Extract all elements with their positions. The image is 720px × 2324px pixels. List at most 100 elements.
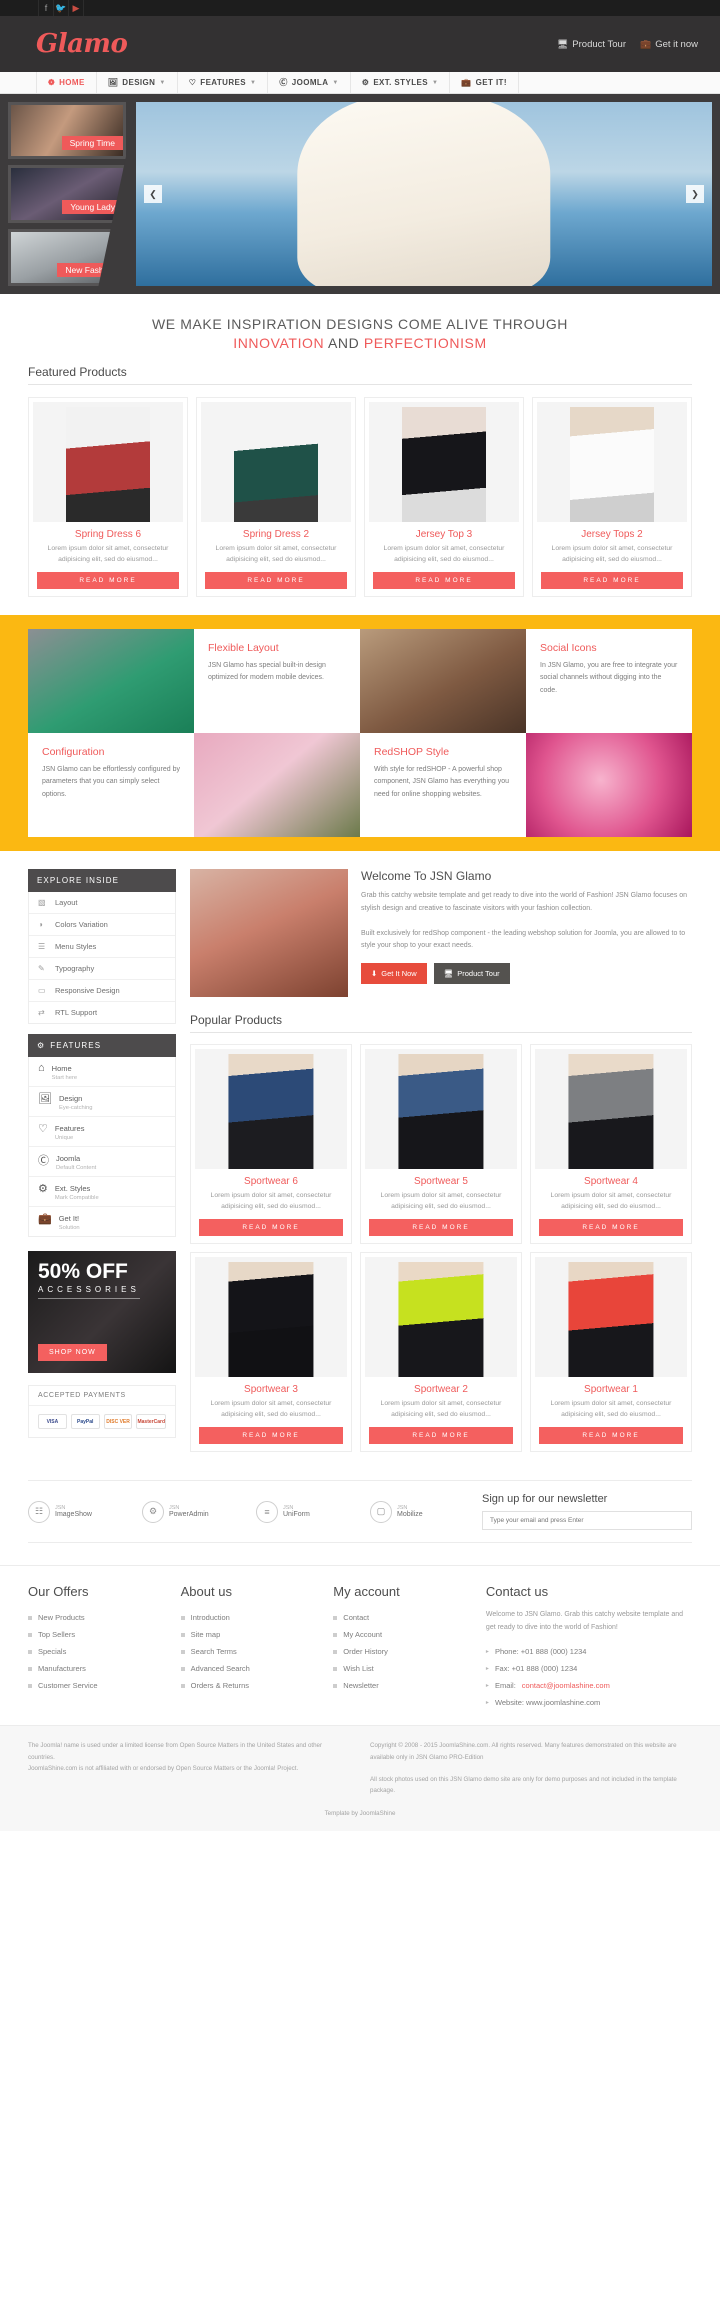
slider-thumb-young-lady[interactable]: Young Lady — [8, 165, 126, 223]
extension-uniform[interactable]: ≡ JSN UniForm — [256, 1500, 368, 1523]
product-card[interactable]: Sportwear 6 Lorem ipsum dolor sit amet, … — [190, 1044, 352, 1245]
read-more-button[interactable]: READ MORE — [541, 572, 683, 590]
bullet-icon — [333, 1632, 338, 1637]
twitter-icon[interactable]: 🐦 — [53, 0, 69, 16]
welcome-image — [190, 869, 348, 998]
product-name: Sportwear 4 — [584, 1176, 638, 1188]
bullet-icon — [333, 1649, 338, 1654]
footer-link[interactable]: Site map — [180, 1626, 334, 1643]
arrow-icon: ▸ — [485, 1700, 489, 1707]
product-card[interactable]: Spring Dress 6 Lorem ipsum dolor sit ame… — [28, 397, 188, 598]
footer-link[interactable]: My Account — [333, 1626, 486, 1643]
header-link-get-it-now[interactable]: 💼 Get it now — [640, 39, 698, 50]
nav-item-get-it[interactable]: 💼 GET IT! — [450, 72, 519, 93]
read-more-button[interactable]: READ MORE — [199, 1427, 343, 1445]
footer-link[interactable]: Specials — [28, 1643, 181, 1660]
facebook-icon[interactable]: f — [38, 0, 54, 16]
footer-link[interactable]: Contact — [333, 1609, 486, 1626]
sidebar-item-rtl-support[interactable]: ⇄ RTL Support — [29, 1002, 175, 1023]
product-tour-button[interactable]: 🖥 Product Tour — [433, 963, 510, 985]
nav-item-design[interactable]: 🖼 DESIGN ▼ — [97, 72, 178, 93]
product-card[interactable]: Sportwear 1 Lorem ipsum dolor sit amet, … — [530, 1252, 692, 1453]
features-row-1: Flexible Layout JSN Glamo has special bu… — [28, 629, 692, 734]
footer-link[interactable]: New Products — [28, 1609, 181, 1626]
nav-item-ext-styles[interactable]: ⚙ EXT. STYLES ▼ — [351, 72, 451, 93]
extension-mobilize[interactable]: ▢ JSN Mobilize — [370, 1500, 482, 1523]
footer-link[interactable]: Manufacturers — [28, 1660, 181, 1677]
product-card[interactable]: Sportwear 4 Lorem ipsum dolor sit amet, … — [530, 1044, 692, 1245]
footer-link[interactable]: Advanced Search — [180, 1660, 334, 1677]
product-card[interactable]: Sportwear 2 Lorem ipsum dolor sit amet, … — [360, 1252, 522, 1453]
footer-link[interactable]: Search Terms — [180, 1643, 334, 1660]
footer-link[interactable]: Top Sellers — [28, 1626, 181, 1643]
slider-thumb-spring-time[interactable]: Spring Time — [8, 102, 126, 160]
sidebar-feature-features[interactable]: ♡ Features Unique — [29, 1117, 175, 1148]
slider-next-button[interactable]: ❯ — [686, 185, 704, 203]
nav-item-home[interactable]: ❁ HOME — [36, 72, 97, 93]
footer-link[interactable]: Wish List — [333, 1660, 486, 1677]
feature-title: Social Icons — [540, 642, 597, 655]
footer-link[interactable]: Orders & Returns — [180, 1677, 334, 1694]
product-card[interactable]: Jersey Tops 2 Lorem ipsum dolor sit amet… — [532, 397, 692, 598]
sidebar-item-responsive-design[interactable]: ▭ Responsive Design — [29, 980, 175, 1003]
sidebar-item-menu-styles[interactable]: ☰ Menu Styles — [29, 936, 175, 959]
footer-link[interactable]: Order History — [333, 1643, 486, 1660]
product-name: Spring Dress 2 — [242, 529, 310, 540]
accepted-payments-title: ACCEPTED PAYMENTS — [29, 1386, 175, 1407]
top-social-bar: f 🐦 ▶ — [0, 0, 720, 16]
read-more-button[interactable]: READ MORE — [373, 572, 515, 590]
read-more-button[interactable]: READ MORE — [199, 1219, 343, 1237]
header-link-product-tour[interactable]: 🖥 Product Tour — [557, 39, 626, 50]
sidebar-item-layout[interactable]: ▧ Layout — [29, 892, 175, 915]
product-description: Lorem ipsum dolor sit amet, consectetur … — [380, 1192, 502, 1210]
sidebar-feature-label: Home — [51, 1064, 72, 1074]
product-card[interactable]: Sportwear 5 Lorem ipsum dolor sit amet, … — [360, 1044, 522, 1245]
contact-email-link[interactable]: contact@joomlashine.com — [522, 1681, 610, 1690]
nav-item-joomla[interactable]: Ⓒ JOOMLA ▼ — [268, 72, 351, 93]
contact-fax: ▸ Fax: +01 888 (000) 1234 — [486, 1660, 692, 1677]
extension-poweradmin[interactable]: ⚙ JSN PowerAdmin — [142, 1500, 254, 1523]
sidebar-item-label: Typography — [55, 964, 95, 974]
read-more-button[interactable]: READ MORE — [205, 572, 347, 590]
contact-email[interactable]: ▸ Email: contact@joomlashine.com — [486, 1677, 692, 1694]
sidebar-feature-label: Features — [54, 1124, 85, 1134]
product-card[interactable]: Jersey Top 3 Lorem ipsum dolor sit amet,… — [364, 397, 524, 598]
sidebar-feature-get-it[interactable]: 💼 Get It! Solution — [29, 1207, 175, 1236]
sidebar-feature-home[interactable]: ⌂ Home Start here — [29, 1057, 175, 1088]
header-link-label: Product Tour — [572, 38, 626, 50]
extension-imageshow[interactable]: ☷ JSN ImageShow — [28, 1500, 140, 1523]
sidebar-feature-design[interactable]: 🖼 Design Eye-catching — [29, 1087, 175, 1118]
shop-now-button[interactable]: SHOP NOW — [38, 1344, 107, 1362]
footer-link[interactable]: Introduction — [180, 1609, 334, 1626]
get-it-now-button[interactable]: ⬇ Get It Now — [361, 963, 427, 985]
chevron-down-icon: ▼ — [250, 79, 257, 86]
sidebar-item-colors-variation[interactable]: ◑ Colors Variation — [29, 914, 175, 937]
product-name: Sportwear 2 — [414, 1384, 468, 1396]
bullet-icon — [180, 1649, 185, 1654]
nav-item-features[interactable]: ♡ FEATURES ▼ — [178, 72, 269, 93]
footer-link[interactable]: Newsletter — [333, 1677, 486, 1694]
read-more-button[interactable]: READ MORE — [539, 1427, 683, 1445]
sidebar-item-typography[interactable]: ✎ Typography — [29, 958, 175, 981]
sidebar-feature-ext-styles[interactable]: ⚙ Ext. Styles Mark Compatible — [29, 1177, 175, 1208]
slider-prev-button[interactable]: ❮ — [144, 185, 162, 203]
product-card[interactable]: Sportwear 3 Lorem ipsum dolor sit amet, … — [190, 1252, 352, 1453]
product-card[interactable]: Spring Dress 2 Lorem ipsum dolor sit ame… — [196, 397, 356, 598]
sidebar-feature-label: Design — [58, 1094, 83, 1104]
tagline-line-2: INNOVATION AND PERFECTIONISM — [0, 335, 720, 351]
contact-website[interactable]: ▸ Website: www.joomlashine.com — [486, 1694, 692, 1711]
extensions-newsletter-strip: ☷ JSN ImageShow ⚙ JSN PowerAdmin ≡ JSN U… — [28, 1480, 692, 1544]
read-more-button[interactable]: READ MORE — [539, 1219, 683, 1237]
sidebar-feature-joomla[interactable]: Ⓒ Joomla Default Content — [29, 1147, 175, 1178]
read-more-button[interactable]: READ MORE — [369, 1427, 513, 1445]
site-logo[interactable]: Glamo — [36, 29, 128, 59]
newsletter-email-input[interactable] — [482, 1511, 692, 1531]
monitor-icon: 🖥 — [556, 38, 569, 49]
read-more-button[interactable]: READ MORE — [369, 1219, 513, 1237]
promo-banner[interactable]: 50% OFF ACCESSORIES SHOP NOW — [28, 1251, 176, 1374]
product-name: Sportwear 1 — [584, 1384, 638, 1396]
youtube-icon[interactable]: ▶ — [68, 0, 84, 16]
tagline-block: WE MAKE INSPIRATION DESIGNS COME ALIVE T… — [0, 294, 720, 365]
read-more-button[interactable]: READ MORE — [37, 572, 179, 590]
footer-link[interactable]: Customer Service — [28, 1677, 181, 1694]
